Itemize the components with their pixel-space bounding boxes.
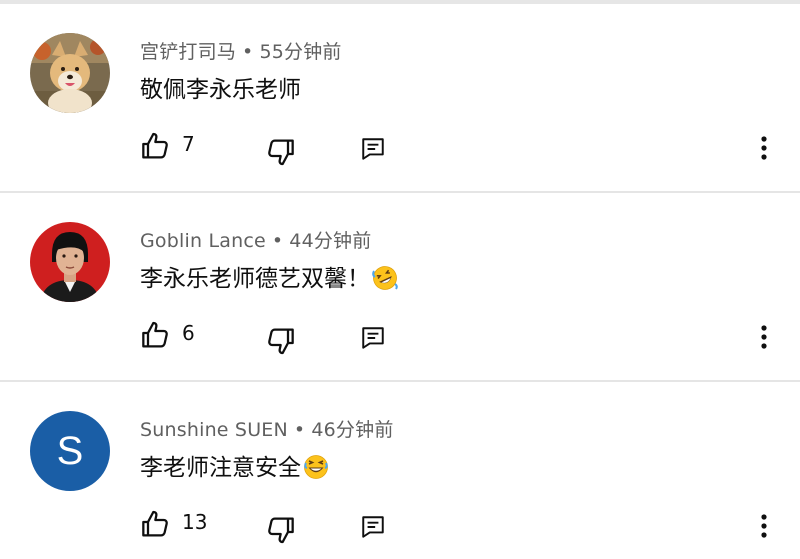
- person-avatar-image: [30, 222, 110, 302]
- thumbs-up-icon: [142, 510, 168, 537]
- more-options-button[interactable]: [752, 323, 776, 351]
- like-button[interactable]: [140, 130, 172, 162]
- thumbs-down-icon: [268, 517, 294, 544]
- comment-item: S Sunshine SUEN • 46分钟前 李老师注意安全 13: [0, 382, 800, 559]
- avatar[interactable]: S: [30, 411, 110, 491]
- separator-dot: •: [293, 419, 306, 441]
- more-options-button[interactable]: [752, 134, 776, 162]
- comment-icon: [362, 516, 384, 538]
- reply-button[interactable]: [360, 325, 386, 351]
- author-name[interactable]: Sunshine SUEN: [140, 419, 288, 441]
- like-count: 6: [182, 321, 195, 345]
- reply-button[interactable]: [360, 514, 386, 540]
- like-count: 13: [182, 510, 208, 534]
- comment-time[interactable]: 46分钟前: [311, 419, 393, 441]
- reply-button[interactable]: [360, 136, 386, 162]
- comment-item: Goblin Lance • 44分钟前 李永乐老师德艺双馨！ 6: [0, 193, 800, 382]
- thumbs-up-icon: [142, 321, 168, 348]
- rolling-on-floor-laughing-emoji: [372, 265, 398, 291]
- dislike-button[interactable]: [264, 325, 296, 357]
- thumbs-up-icon: [142, 132, 168, 159]
- comment-text: 李永乐老师德艺双馨！: [140, 259, 398, 293]
- separator-dot: •: [271, 230, 284, 252]
- comment-text: 敬佩李永乐老师: [140, 70, 301, 104]
- like-count: 7: [182, 132, 195, 156]
- comment-item: 宫铲打司马 • 55分钟前 敬佩李永乐老师 7: [0, 4, 800, 193]
- dislike-button[interactable]: [264, 514, 296, 546]
- like-button[interactable]: [140, 508, 172, 540]
- comment-icon: [362, 138, 384, 160]
- like-button[interactable]: [140, 319, 172, 351]
- comment-time[interactable]: 44分钟前: [289, 230, 371, 252]
- dog-avatar-image: [30, 33, 110, 113]
- comment-text: 李老师注意安全: [140, 448, 329, 482]
- separator-dot: •: [242, 41, 254, 63]
- letter-avatar: S: [30, 411, 110, 491]
- comment-text-content: 李永乐老师德艺双馨！: [140, 266, 370, 292]
- more-vert-icon: [761, 514, 767, 538]
- comment-meta: Goblin Lance • 44分钟前: [140, 226, 371, 253]
- avatar[interactable]: [30, 222, 110, 302]
- thumbs-down-icon: [268, 328, 294, 355]
- author-name[interactable]: Goblin Lance: [140, 230, 266, 252]
- comment-text-content: 敬佩李永乐老师: [140, 77, 301, 103]
- avatar[interactable]: [30, 33, 110, 113]
- grinning-squinting-sweat-emoji: [303, 454, 329, 480]
- more-vert-icon: [761, 325, 767, 349]
- comment-icon: [362, 327, 384, 349]
- more-options-button[interactable]: [752, 512, 776, 540]
- comment-time[interactable]: 55分钟前: [259, 41, 341, 63]
- comment-meta: Sunshine SUEN • 46分钟前: [140, 415, 394, 442]
- author-name[interactable]: 宫铲打司马: [140, 41, 236, 63]
- comment-text-content: 李老师注意安全: [140, 455, 301, 481]
- comment-meta: 宫铲打司马 • 55分钟前: [140, 37, 342, 64]
- dislike-button[interactable]: [264, 136, 296, 168]
- thumbs-down-icon: [268, 139, 294, 166]
- more-vert-icon: [761, 136, 767, 160]
